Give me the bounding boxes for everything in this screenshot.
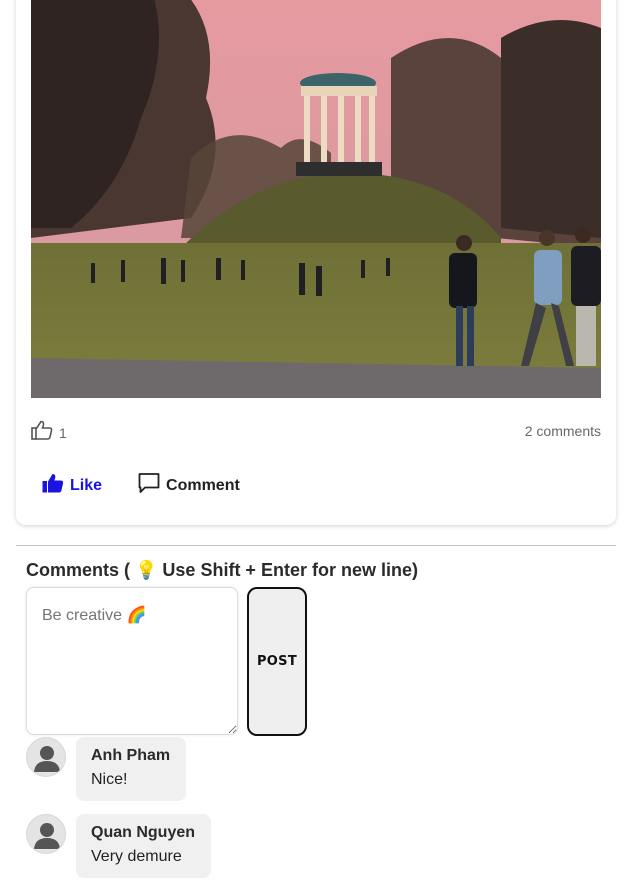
like-count: 1 xyxy=(59,424,67,441)
comments-heading: Comments ( 💡 Use Shift + Enter for new l… xyxy=(26,560,418,580)
section-divider xyxy=(16,545,616,546)
comment-text: Nice! xyxy=(91,771,128,788)
avatar[interactable] xyxy=(26,814,66,854)
comment-bubble: Quan Nguyen Very demure xyxy=(76,814,212,878)
comment-button[interactable]: Comment xyxy=(138,472,240,499)
post-stats: 1 2 comments xyxy=(31,420,601,444)
user-avatar-icon xyxy=(34,746,60,772)
comment-item: Quan Nguyen Very demure xyxy=(26,814,212,878)
post-photo[interactable] xyxy=(31,0,601,398)
like-button[interactable]: Like xyxy=(42,473,102,498)
like-button-label: Like xyxy=(70,476,103,494)
thumbs-up-outline-icon xyxy=(31,420,53,445)
comment-text: Very demure xyxy=(91,848,182,865)
like-count-group: 1 xyxy=(31,420,67,445)
comment-item: Anh Pham Nice! xyxy=(26,737,187,801)
post-card: 1 2 comments Like Comment xyxy=(16,0,616,525)
comment-author[interactable]: Quan Nguyen xyxy=(91,824,195,842)
comment-author[interactable]: Anh Pham xyxy=(91,747,170,765)
thumbs-up-filled-icon xyxy=(42,473,64,498)
park-photo-illustration xyxy=(31,0,601,398)
comment-bubble: Anh Pham Nice! xyxy=(76,737,187,801)
comment-input[interactable] xyxy=(26,587,238,735)
comment-count[interactable]: 2 comments xyxy=(525,423,601,439)
avatar[interactable] xyxy=(26,737,66,777)
user-avatar-icon xyxy=(34,823,60,849)
post-comment-button[interactable]: POST xyxy=(247,587,307,736)
post-actions: Like Comment xyxy=(42,472,240,499)
comment-bubble-icon xyxy=(138,472,160,499)
comment-button-label: Comment xyxy=(166,476,240,494)
